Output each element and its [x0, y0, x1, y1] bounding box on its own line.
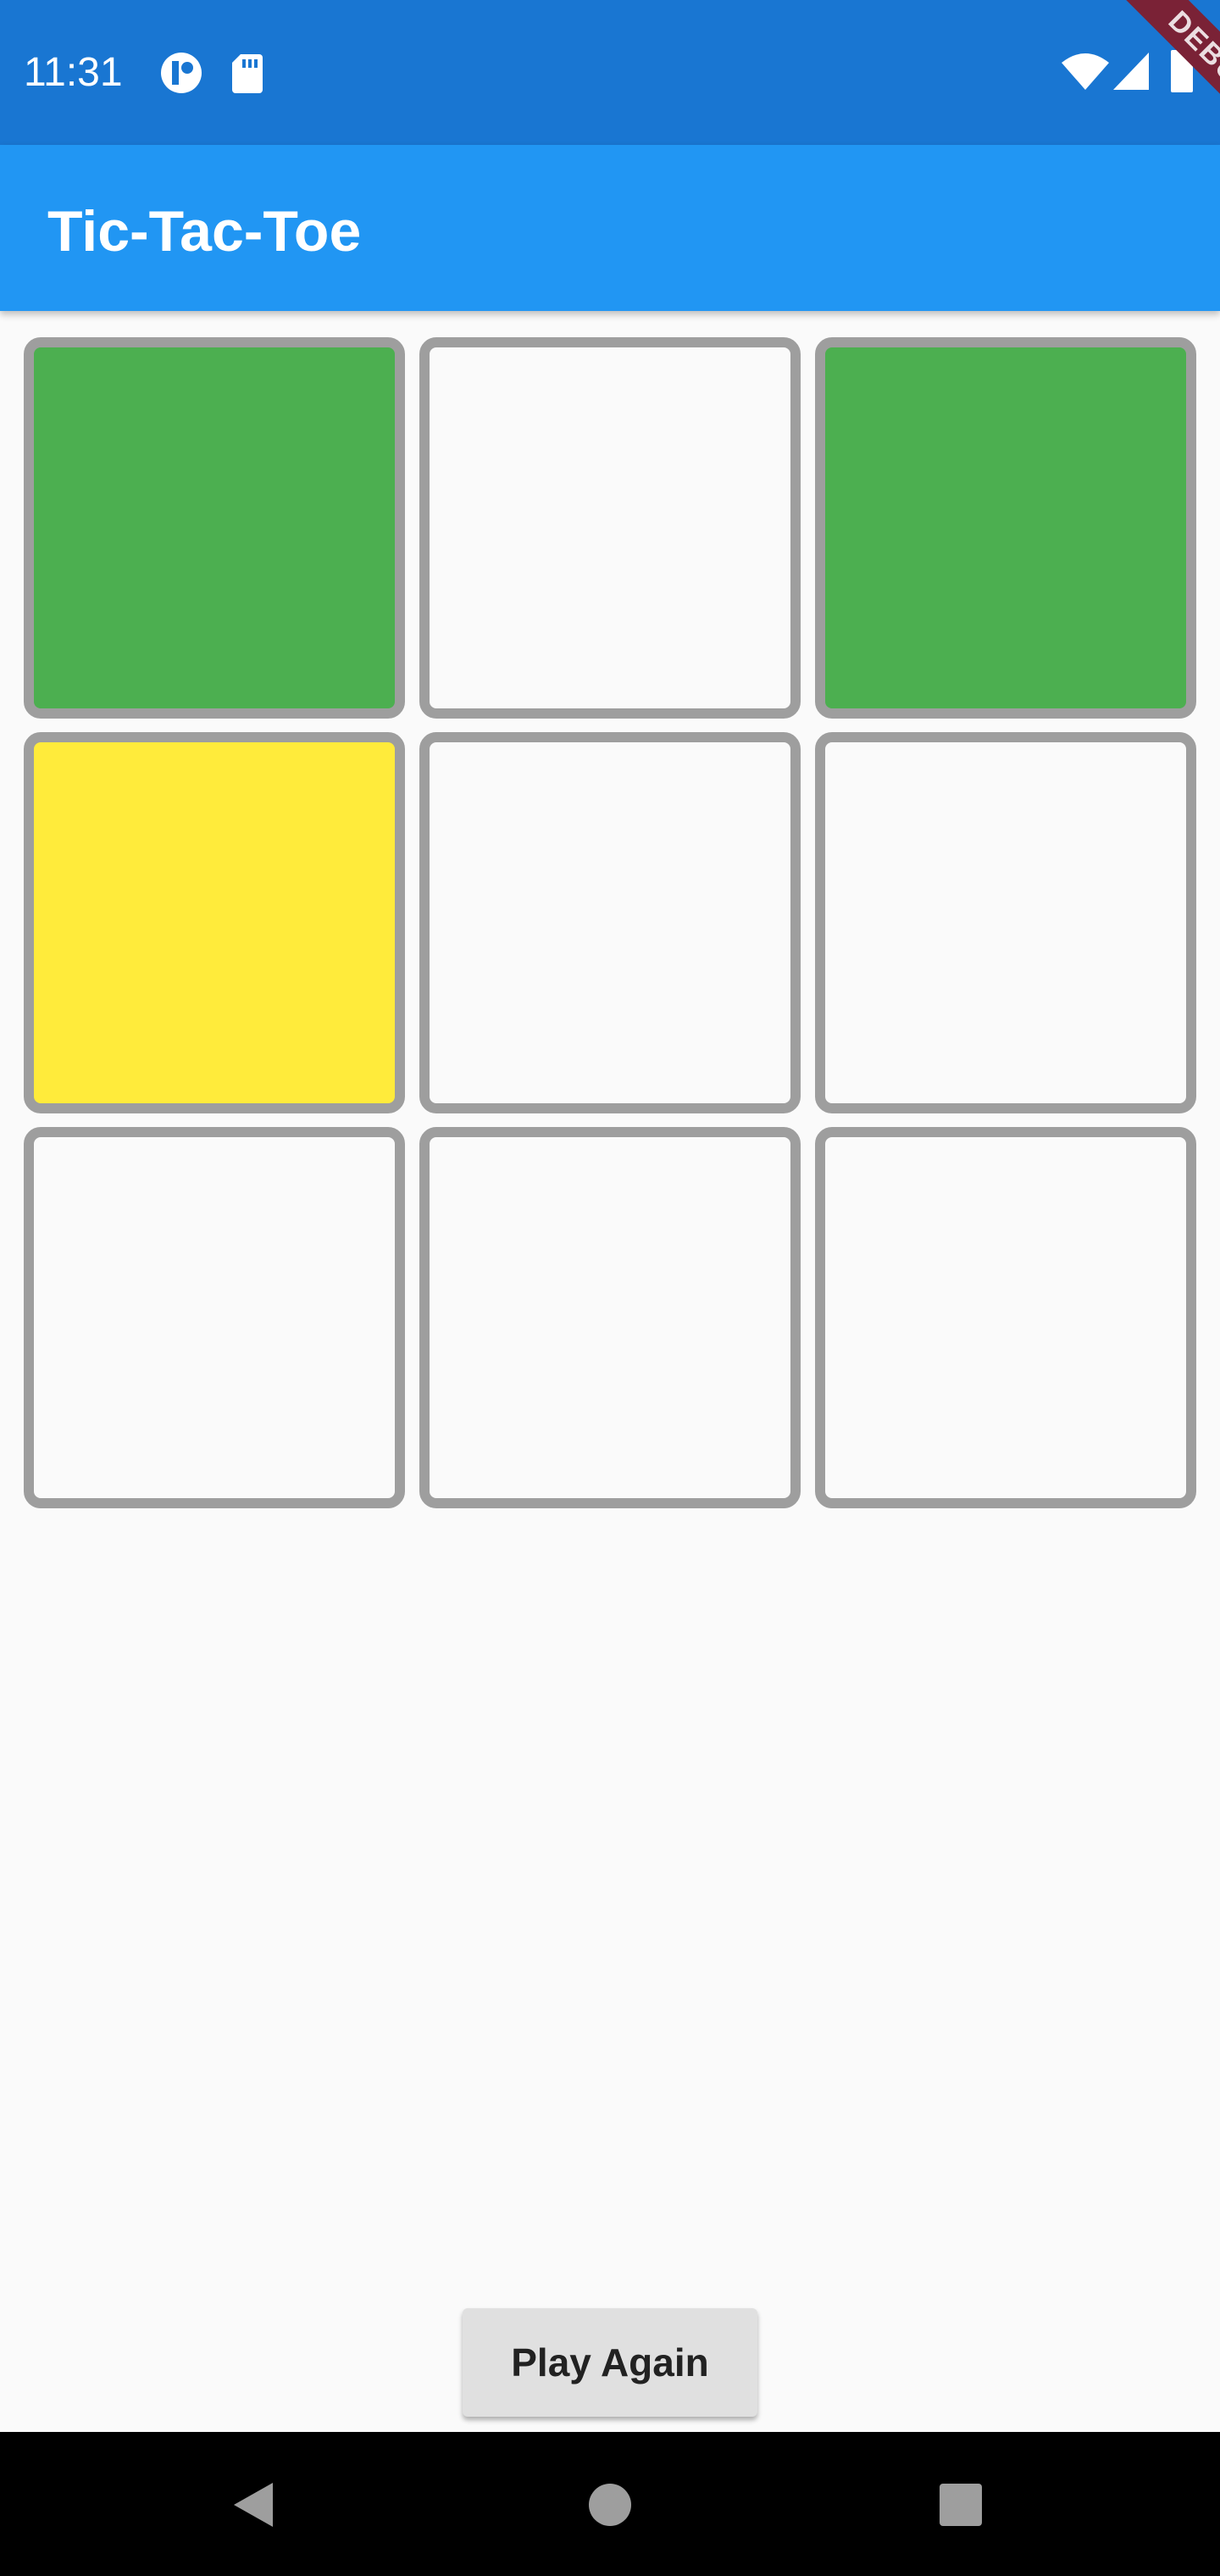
game-board — [24, 337, 1196, 1508]
play-again-button[interactable]: Play Again — [463, 2308, 757, 2417]
board-cell-4[interactable] — [419, 732, 801, 1113]
debug-banner: DEBUG — [1034, 0, 1220, 186]
board-cell-8[interactable] — [815, 1127, 1196, 1508]
status-time: 11:31 — [24, 50, 123, 95]
back-icon[interactable] — [229, 2479, 280, 2530]
board-cell-5[interactable] — [815, 732, 1196, 1113]
sd-card-icon — [232, 54, 263, 93]
board-cell-0[interactable] — [24, 337, 405, 719]
board-cell-6[interactable] — [24, 1127, 405, 1508]
home-icon[interactable] — [588, 2483, 632, 2527]
board-cell-3[interactable] — [24, 732, 405, 1113]
sync-icon — [161, 53, 202, 93]
navigation-bar — [0, 2432, 1220, 2576]
board-cell-1[interactable] — [419, 337, 801, 719]
recents-icon[interactable] — [939, 2483, 983, 2527]
board-cell-7[interactable] — [419, 1127, 801, 1508]
debug-banner-label: DEBUG — [1107, 0, 1220, 162]
board-cell-2[interactable] — [815, 337, 1196, 719]
app-title: Tic-Tac-Toe — [47, 199, 362, 264]
